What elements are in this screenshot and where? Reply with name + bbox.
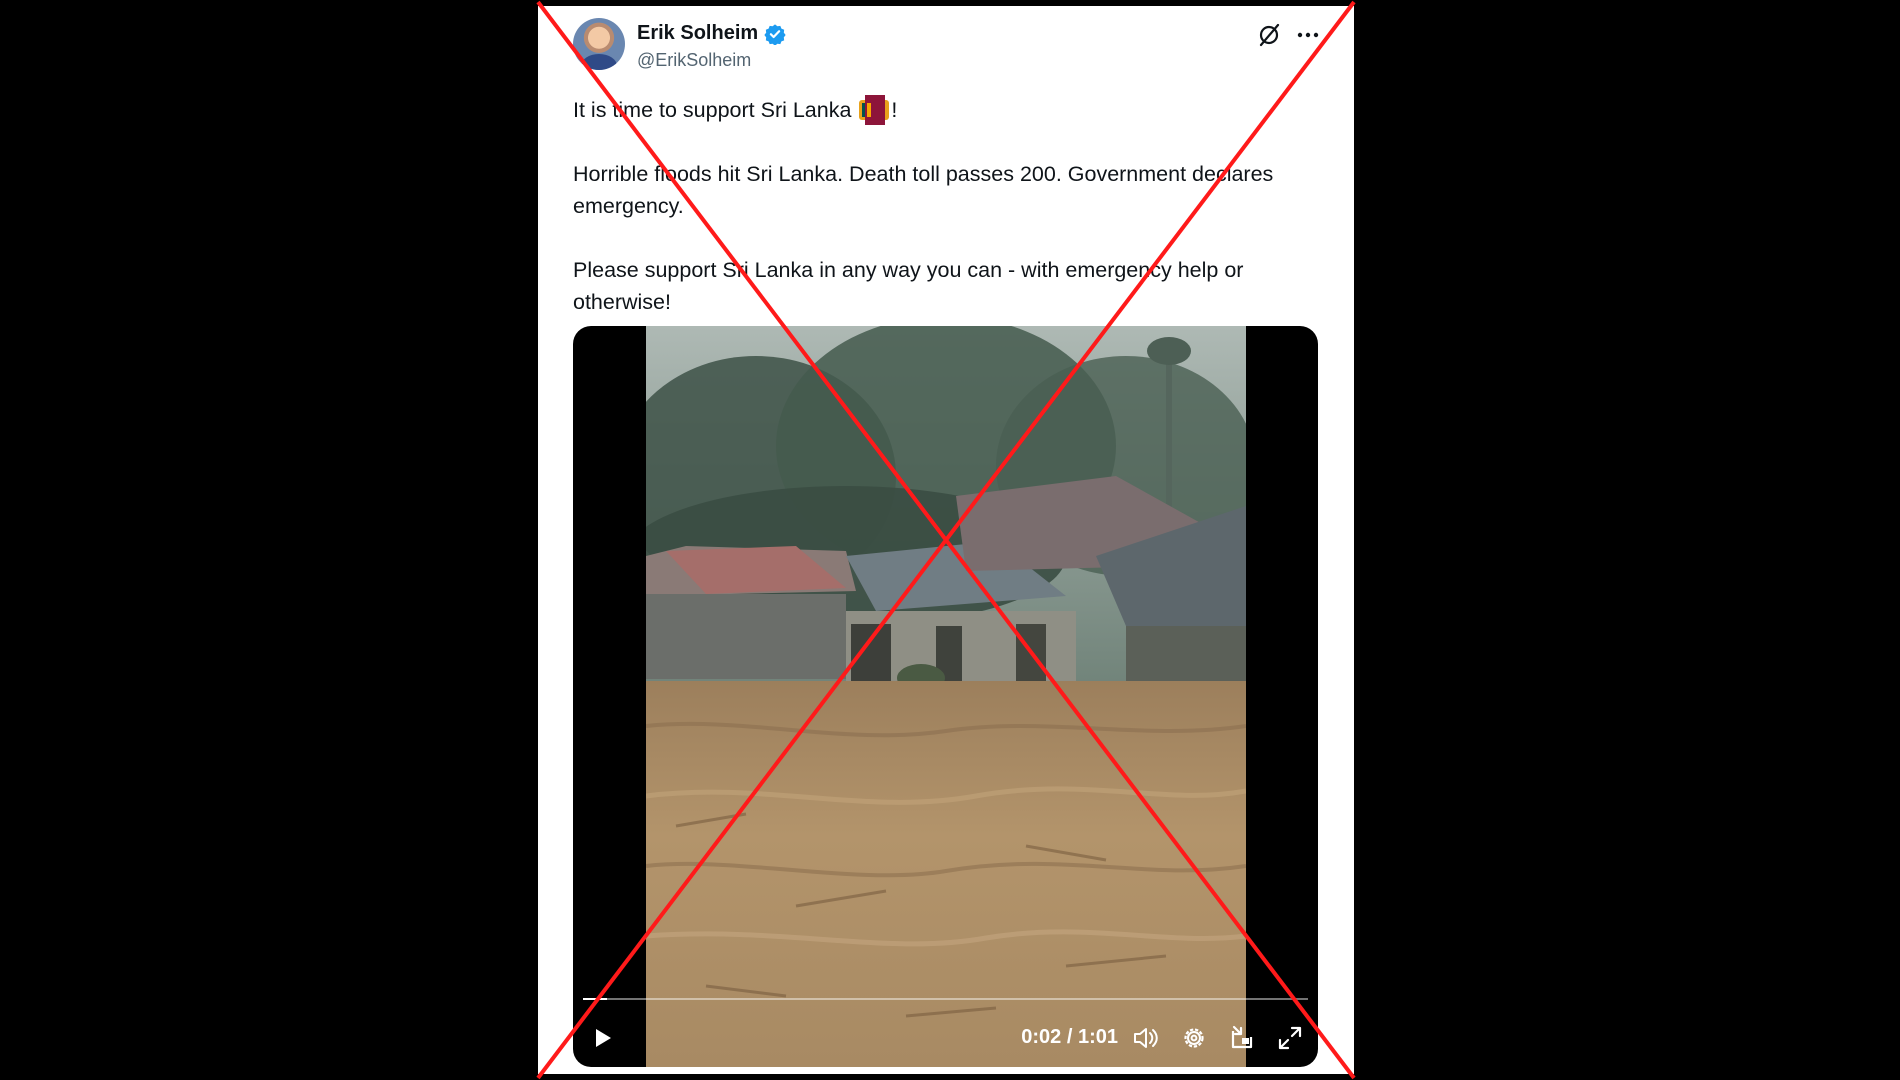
author-name[interactable]: Erik Solheim: [637, 22, 758, 45]
tweet-paragraph-1: It is time to support Sri Lanka !: [573, 94, 1333, 126]
video-player[interactable]: 0:02 / 1:01: [573, 326, 1318, 1067]
author-name-row: Erik Solheim: [637, 22, 786, 45]
tweet-paragraph-2: Horrible floods hit Sri Lanka. Death tol…: [573, 162, 1274, 218]
video-progress-bar[interactable]: [583, 998, 1308, 1000]
settings-gear-icon[interactable]: [1179, 1023, 1209, 1053]
tweet-paragraph-1-text: It is time to support Sri Lanka: [573, 98, 852, 122]
video-time-display: 0:02 / 1:01: [1021, 1026, 1118, 1048]
tweet-card: Erik Solheim @ErikSolheim It is time to …: [538, 6, 1354, 1074]
fullscreen-icon[interactable]: [1275, 1023, 1305, 1053]
tweet-text: It is time to support Sri Lanka ! Horrib…: [573, 94, 1333, 350]
sri-lanka-flag-icon: [859, 100, 890, 120]
tweet-paragraph-1-end: !: [891, 98, 898, 122]
volume-icon[interactable]: [1131, 1023, 1161, 1053]
video-controls: 0:02 / 1:01: [573, 993, 1318, 1067]
author-avatar[interactable]: [573, 18, 625, 70]
play-icon[interactable]: [587, 1023, 617, 1053]
author-handle[interactable]: @ErikSolheim: [637, 50, 751, 71]
video-frame-flood-scene[interactable]: [646, 326, 1246, 1067]
grok-icon[interactable]: [1254, 20, 1284, 50]
verified-badge-icon: [764, 23, 786, 45]
more-options-icon[interactable]: [1293, 20, 1323, 50]
tweet-paragraph-3: Please support Sri Lanka in any way you …: [573, 258, 1244, 314]
video-progress-fill: [583, 998, 607, 1000]
picture-in-picture-icon[interactable]: [1227, 1023, 1257, 1053]
